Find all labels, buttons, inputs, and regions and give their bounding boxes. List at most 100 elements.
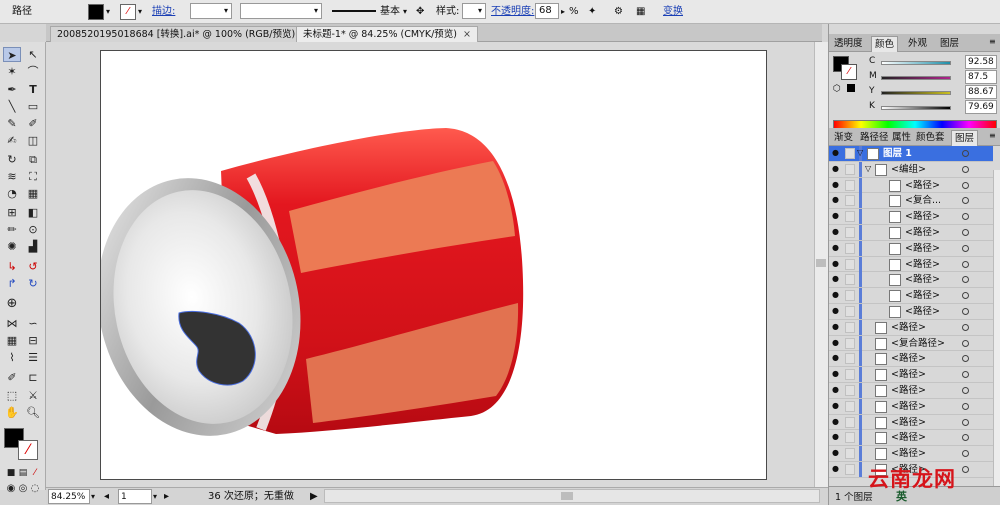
tab-appearance[interactable]: 外观	[905, 36, 930, 52]
color-stroke-swatch[interactable]: ⁄	[841, 64, 857, 80]
eye-icon[interactable]: ●	[832, 465, 842, 473]
lock-toggle[interactable]	[845, 416, 855, 428]
measure-tool-icon[interactable]: ⊏	[24, 370, 42, 385]
none-mode-icon[interactable]: ⁄	[26, 466, 44, 481]
target-icon[interactable]	[962, 150, 969, 157]
layer-row[interactable]: ● <路径>	[829, 367, 993, 383]
width-tool-icon[interactable]: ≋	[3, 169, 21, 184]
target-icon[interactable]	[962, 213, 969, 221]
lock-toggle[interactable]	[845, 258, 855, 270]
channel-value[interactable]: 88.67	[965, 85, 997, 99]
lock-toggle[interactable]	[845, 385, 855, 396]
target-icon[interactable]	[962, 165, 969, 173]
recolor-icon[interactable]: ✦	[588, 3, 596, 21]
eye-icon[interactable]: ●	[832, 275, 842, 283]
magic-wand-tool-icon[interactable]: ✶	[3, 64, 21, 79]
free-transform-tool-icon[interactable]: ⛶	[24, 169, 42, 184]
status-menu-icon[interactable]: ▶	[310, 489, 318, 504]
channel-slider[interactable]	[881, 61, 951, 65]
layer-row[interactable]: ● <复合...	[829, 193, 993, 210]
rotate-tool-icon[interactable]: ↻	[3, 152, 21, 167]
rectangle-tool-icon[interactable]: ▭	[24, 99, 42, 114]
tab-layers[interactable]: 图层	[951, 130, 979, 146]
target-icon[interactable]	[962, 181, 969, 189]
channel-value[interactable]: 92.58	[965, 55, 997, 69]
eyedropper-icon[interactable]: ✐	[3, 370, 21, 385]
tab-attributes[interactable]: 属性	[889, 130, 914, 146]
opacity-label[interactable]: 不透明度:	[491, 3, 534, 21]
fill-swatch[interactable]	[88, 4, 104, 20]
layer-row[interactable]: ● <路径>	[829, 414, 993, 431]
eye-icon[interactable]: ●	[832, 149, 842, 157]
tab-document-2[interactable]: 未标题-1* @ 84.25% (CMYK/预览) ×	[296, 26, 478, 42]
eye-icon[interactable]: ●	[832, 259, 842, 268]
eye-icon[interactable]: ●	[832, 180, 842, 189]
pen-tool-icon[interactable]: ✒	[3, 82, 21, 97]
scroll-thumb[interactable]	[816, 259, 826, 267]
layer-row[interactable]: ● <路径>	[829, 209, 993, 225]
gear-icon[interactable]: ⚙	[614, 3, 623, 21]
lock-toggle[interactable]	[845, 242, 855, 254]
layer-row[interactable]: ● <路径>	[829, 304, 993, 320]
graph-icon[interactable]: ⊟	[24, 333, 42, 348]
lock-toggle[interactable]	[845, 290, 855, 302]
channel-slider[interactable]	[881, 91, 951, 95]
channel-value[interactable]: 79.69	[965, 100, 997, 114]
target-icon[interactable]	[962, 323, 969, 331]
lasso-tool-icon[interactable]: ⌒	[24, 64, 42, 79]
chart-tool-icon[interactable]: ⌇	[3, 350, 21, 365]
hand-icon[interactable]: ✋	[3, 405, 21, 420]
eye-icon[interactable]: ●	[832, 164, 842, 173]
slice-tool-icon[interactable]: ↺	[24, 259, 42, 274]
mesh-grid-icon[interactable]: ▦	[3, 333, 21, 348]
black-swatch[interactable]	[847, 84, 855, 92]
lock-toggle[interactable]	[845, 448, 855, 460]
stroke-none-swatch[interactable]: ⁄	[120, 4, 136, 20]
scale-tool-icon[interactable]: ⧉	[24, 152, 42, 167]
mesh-tool-icon[interactable]: ⊞	[3, 205, 21, 220]
gradient-tool-icon[interactable]: ◧	[24, 205, 42, 220]
list-tool-icon[interactable]: ☰	[24, 350, 42, 365]
eye-icon[interactable]: ●	[832, 370, 842, 378]
layer-row[interactable]: ● ▽ <编组>	[829, 161, 993, 178]
zoom-tool-icon[interactable]: ↻	[24, 276, 42, 291]
stroke-dropdown-icon[interactable]: ▾	[138, 3, 142, 21]
layer-row[interactable]: ● <路径>	[829, 351, 993, 368]
next-artboard-icon[interactable]: ▸	[164, 489, 169, 504]
eraser-tool-icon[interactable]: ◫	[24, 133, 42, 148]
eye-icon[interactable]: ●	[832, 354, 842, 362]
chevron-down-icon[interactable]: ▾	[314, 4, 318, 18]
zoom-field[interactable]: 84.25%	[48, 489, 90, 504]
layer-row[interactable]: ● <路径>	[829, 288, 993, 304]
opacity-field[interactable]: 68	[535, 3, 559, 19]
target-icon[interactable]	[962, 387, 969, 394]
tab-color-guide[interactable]: 颜色套	[913, 130, 948, 146]
target-icon[interactable]	[962, 418, 969, 426]
lock-toggle[interactable]	[845, 274, 855, 286]
layer-row[interactable]: ● <复合路径>	[829, 335, 993, 352]
eye-icon[interactable]: ●	[832, 196, 842, 204]
chevron-down-icon[interactable]: ▽	[865, 164, 871, 173]
target-icon[interactable]	[962, 308, 969, 315]
tab-layers-top[interactable]: 图层	[937, 36, 962, 52]
target-icon[interactable]	[962, 244, 969, 252]
hand-tool-icon[interactable]: ↱	[3, 276, 21, 291]
target-icon[interactable]	[962, 260, 969, 268]
eye-icon[interactable]: ●	[832, 433, 842, 441]
target-icon[interactable]	[962, 402, 969, 410]
prev-artboard-icon[interactable]: ◂	[104, 489, 109, 504]
opacity-dropdown-icon[interactable]: ▸	[561, 3, 565, 21]
eye-icon[interactable]: ●	[832, 338, 842, 347]
lock-toggle[interactable]	[845, 353, 855, 365]
tab-document-1[interactable]: 2008520195018684 [转换].ai* @ 100% (RGB/预览…	[50, 26, 317, 42]
line-tool-icon[interactable]: ╲	[3, 99, 21, 114]
artboard-number-field[interactable]: 1	[118, 489, 152, 504]
variable-width-select[interactable]: ▾	[240, 3, 322, 19]
column-graph-tool-icon[interactable]: ▟	[24, 239, 42, 254]
paintbrush-tool-icon[interactable]: ✎	[3, 116, 21, 131]
eye-icon[interactable]: ●	[832, 449, 842, 457]
target-icon[interactable]	[962, 371, 969, 379]
chevron-down-icon[interactable]: ▾	[224, 4, 228, 18]
layer-row[interactable]: ● <路径>	[829, 383, 993, 399]
lock-toggle[interactable]	[845, 148, 855, 159]
